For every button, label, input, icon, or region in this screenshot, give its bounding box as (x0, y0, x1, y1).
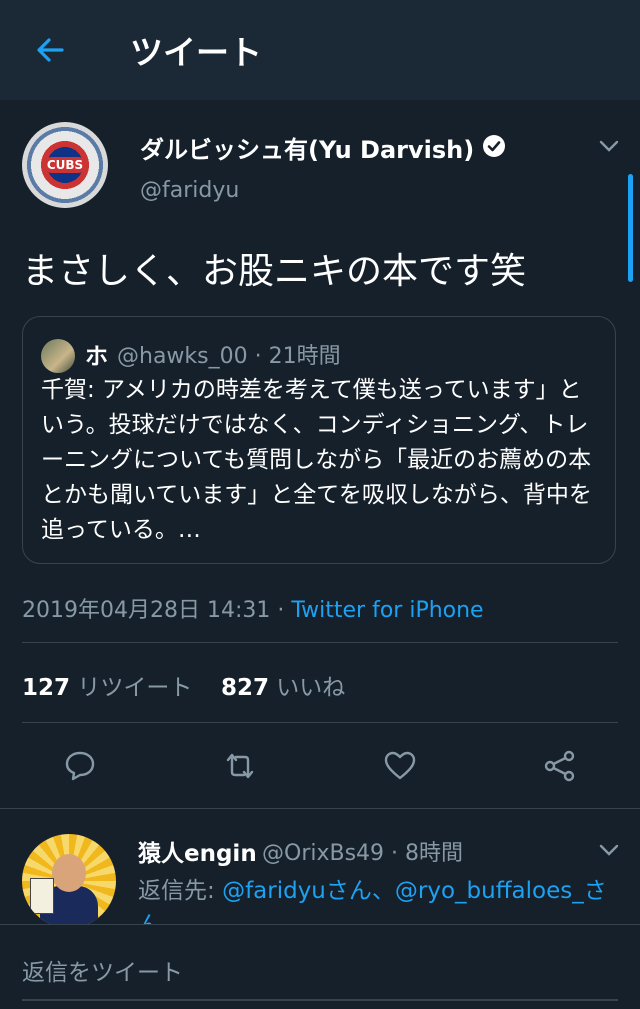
like-heart-icon[interactable] (382, 748, 418, 784)
avatar-figure-face (52, 854, 86, 892)
reply-author-avatar[interactable] (22, 834, 116, 928)
engagement-stats: 127 リツイート 827 いいね (22, 668, 345, 702)
input-underline (22, 999, 618, 1001)
page-title: ツイート (130, 33, 262, 72)
top-bar: ツイート (0, 0, 640, 100)
reply-author-name[interactable]: 猿人engin (138, 834, 257, 868)
author-name[interactable]: ダルビッシュ有(Yu Darvish) (140, 130, 474, 165)
quoted-tweet[interactable]: ホ @hawks_00 · 21時間 千賀: アメリカの時差を考えて僕も送ってい… (22, 316, 616, 564)
quoted-meta: @hawks_00 · 21時間 (117, 344, 341, 369)
like-count[interactable]: 827 (221, 675, 269, 701)
chevron-down-icon[interactable] (598, 842, 620, 858)
share-icon[interactable] (542, 748, 578, 784)
avatar-sign (30, 878, 54, 914)
divider (22, 722, 618, 723)
quoted-body: 千賀: アメリカの時差を考えて僕も送っています」という。投球だけではなく、コンデ… (41, 377, 592, 543)
divider (22, 642, 618, 643)
author-handle[interactable]: @faridyu (140, 178, 239, 203)
back-arrow-icon[interactable] (32, 32, 68, 68)
author-avatar[interactable]: CUBS (22, 122, 108, 208)
retweet-count[interactable]: 127 (22, 675, 70, 701)
section-divider (0, 808, 640, 809)
reply-input-placeholder[interactable]: 返信をツイート (22, 953, 183, 987)
verified-badge-icon (482, 134, 506, 158)
scrollbar-thumb[interactable] (628, 174, 633, 282)
chevron-down-icon[interactable] (598, 138, 620, 154)
reply-context: 返信先: @faridyuさん、@ryo_buffaloes_さん (138, 874, 618, 924)
like-label: いいね (276, 675, 346, 701)
timestamp-text: 2019年04月28日 14:31 · (22, 598, 292, 623)
retweet-icon[interactable] (222, 748, 258, 784)
avatar-logo-text: CUBS (43, 157, 87, 173)
quoted-name: ホ (85, 344, 108, 370)
reply-icon[interactable] (62, 748, 98, 784)
source-link[interactable]: Twitter for iPhone (291, 598, 483, 623)
tweet-timestamp: 2019年04月28日 14:31 · Twitter for iPhone (22, 592, 484, 624)
tweet-text: まさしく、お股ニキの本です笑 (22, 251, 527, 292)
reply-author-meta[interactable]: @OrixBs49 · 8時間 (262, 835, 463, 867)
retweet-label: リツイート (77, 675, 193, 701)
quoted-avatar (41, 339, 75, 373)
reply-prefix: 返信先: (138, 878, 223, 904)
reply-composer[interactable]: 返信をツイート (0, 924, 640, 1009)
